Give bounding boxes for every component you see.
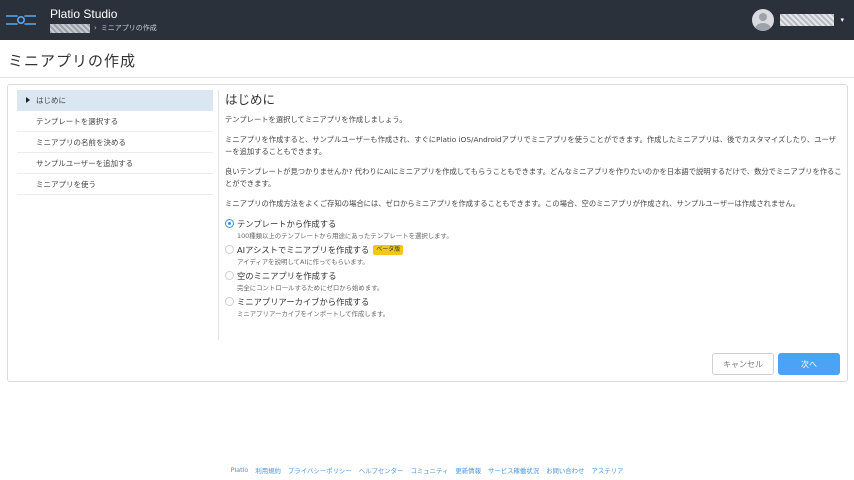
current-step-arrow-icon — [26, 97, 30, 103]
footer-link-contact[interactable]: お問い合わせ — [546, 466, 584, 475]
wizard-card: はじめに テンプレートを選択する ミニアプリの名前を決める サンプルユーザーを追… — [7, 84, 848, 382]
footer-link-asteria[interactable]: アステリア — [591, 466, 623, 475]
platio-logo-icon[interactable] — [6, 11, 36, 29]
footer-link-updates[interactable]: 更新情報 — [455, 466, 481, 475]
step-item-use-app[interactable]: ミニアプリを使う — [17, 174, 213, 195]
top-bar: Platio Studio › ミニアプリの作成 ▾ — [0, 0, 854, 40]
creation-options: テンプレートから作成する 100種類以上のテンプレートから用途にあったテンプレー… — [225, 217, 843, 321]
main-content: はじめに テンプレートを選択してミニアプリを作成しましょう。 ミニアプリを作成す… — [225, 89, 843, 321]
user-name-redacted[interactable] — [780, 14, 835, 26]
intro-paragraph: テンプレートを選択してミニアプリを作成しましょう。 — [225, 115, 407, 124]
breadcrumb-separator: › — [94, 24, 97, 32]
option-description: 完全にコントロールするためにゼロから始めます。 — [237, 284, 384, 292]
step-item-select-template[interactable]: テンプレートを選択する — [17, 111, 213, 132]
option-label: 空のミニアプリを作成する — [237, 270, 337, 281]
radio-from-template[interactable] — [225, 219, 234, 228]
breadcrumb: › ミニアプリの作成 — [50, 23, 157, 33]
footer-link-help[interactable]: ヘルプセンター — [359, 466, 404, 475]
scratch-paragraph: ミニアプリの作成方法をよくご存知の場合には、ゼロからミニアプリを作成することもで… — [225, 198, 800, 208]
footer-link-status[interactable]: サービス稼働状況 — [488, 466, 539, 475]
step-label: ミニアプリを使う — [36, 179, 96, 189]
caret-down-icon[interactable]: ▾ — [840, 16, 844, 24]
option-label: テンプレートから作成する — [237, 218, 337, 229]
footer-links: Platio 利用規約 プライバシーポリシー ヘルプセンター コミュニティ 更新… — [0, 466, 854, 475]
option-empty-app[interactable]: 空のミニアプリを作成する 完全にコントロールするためにゼロから始めます。 — [225, 269, 843, 295]
step-label: サンプルユーザーを追加する — [36, 158, 134, 168]
page-title: ミニアプリの作成 — [8, 52, 137, 70]
option-ai-assist[interactable]: AIアシストでミニアプリを作成する ベータ版 アイディアを説明してAIに作っても… — [225, 243, 843, 269]
app-title[interactable]: Platio Studio — [50, 7, 117, 21]
radio-empty-app[interactable] — [225, 271, 234, 280]
option-label: ミニアプリアーカイブから作成する — [237, 296, 370, 307]
next-button[interactable]: 次へ — [778, 353, 840, 375]
option-description: 100種類以上のテンプレートから用途にあったテンプレートを選択します。 — [237, 232, 453, 240]
steps-sidebar: はじめに テンプレートを選択する ミニアプリの名前を決める サンプルユーザーを追… — [17, 90, 213, 195]
radio-from-archive[interactable] — [225, 297, 234, 306]
breadcrumb-organization-redacted[interactable] — [50, 23, 90, 33]
footer-link-community[interactable]: コミュニティ — [410, 466, 448, 475]
option-label: AIアシストでミニアプリを作成する — [237, 244, 370, 255]
option-from-archive[interactable]: ミニアプリアーカイブから作成する ミニアプリアーカイブをインポートして作成します… — [225, 295, 843, 321]
option-description: ミニアプリアーカイブをインポートして作成します。 — [237, 310, 390, 318]
sample-user-paragraph: ミニアプリを作成すると、サンプルユーザーも作成され、すぐにPlatio iOS/… — [225, 134, 836, 157]
beta-badge: ベータ版 — [373, 244, 404, 255]
footer-link-terms[interactable]: 利用規約 — [255, 466, 281, 475]
breadcrumb-current: ミニアプリの作成 — [100, 24, 157, 32]
content-divider — [218, 90, 219, 340]
user-avatar-icon[interactable] — [752, 9, 775, 31]
footer-link-platio[interactable]: Platio — [231, 466, 249, 475]
footer-link-privacy[interactable]: プライバシーポリシー — [288, 466, 352, 475]
step-item-name-app[interactable]: ミニアプリの名前を決める — [17, 132, 213, 153]
option-from-template[interactable]: テンプレートから作成する 100種類以上のテンプレートから用途にあったテンプレー… — [225, 217, 843, 243]
section-heading: はじめに — [225, 92, 276, 107]
title-divider — [0, 77, 854, 78]
radio-ai-assist[interactable] — [225, 245, 234, 254]
step-label: テンプレートを選択する — [36, 116, 119, 126]
step-label: ミニアプリの名前を決める — [36, 137, 126, 147]
option-description: アイディアを説明してAIに作ってもらいます。 — [237, 258, 369, 266]
user-menu[interactable]: ▾ — [752, 9, 844, 31]
step-item-intro[interactable]: はじめに — [17, 90, 213, 111]
step-label: はじめに — [36, 95, 66, 105]
cancel-button[interactable]: キャンセル — [712, 353, 774, 375]
ai-paragraph: 良いテンプレートが見つかりませんか? 代わりにAIにミニアプリを作成してもらうこ… — [225, 166, 842, 189]
step-item-add-sample-users[interactable]: サンプルユーザーを追加する — [17, 153, 213, 174]
